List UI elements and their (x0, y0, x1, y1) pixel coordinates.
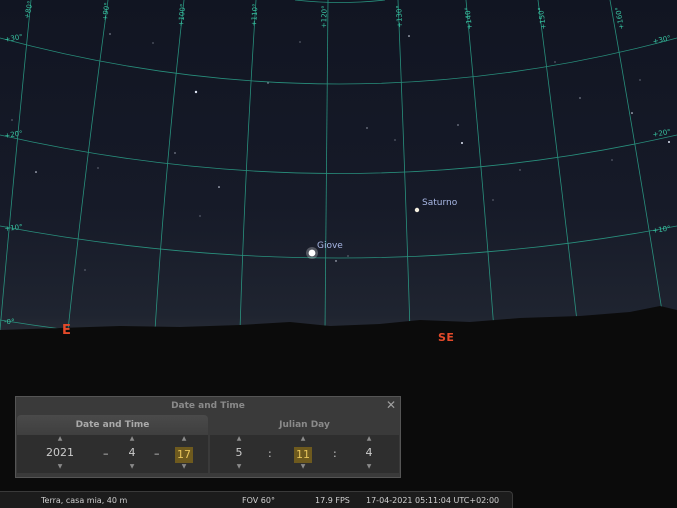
equatorial-grid (0, 0, 677, 348)
spin-down-icon[interactable]: ▼ (117, 463, 147, 471)
grid-label: +130° (395, 5, 404, 28)
second-spinbox[interactable]: ▲ 4 ▼ (354, 435, 384, 473)
location-text: Terra, casa mia, 40 m (41, 496, 128, 505)
spin-down-icon[interactable]: ▼ (288, 463, 318, 471)
tab-date-time[interactable]: Date and Time (17, 415, 208, 435)
stellarium-window: +30° +20° +10° -0° +90° +100° +110° +120… (0, 0, 677, 508)
cardinal-east: E (62, 323, 72, 338)
spin-up-icon[interactable]: ▲ (117, 435, 147, 443)
spin-down-icon[interactable]: ▼ (354, 463, 384, 471)
spin-up-icon[interactable]: ▲ (44, 435, 76, 443)
close-icon[interactable]: ✕ (385, 399, 397, 411)
time-separator: : (333, 447, 337, 460)
datetime-text: 17-04-2021 05:11:04 UTC+02:00 (366, 496, 500, 505)
date-separator: – (103, 447, 109, 460)
year-value[interactable]: 2021 (44, 443, 76, 463)
spin-up-icon[interactable]: ▲ (354, 435, 384, 443)
date-separator: – (154, 447, 160, 460)
spin-up-icon[interactable]: ▲ (288, 435, 318, 443)
saturn-label[interactable]: Saturno (422, 198, 457, 208)
minute-value[interactable]: 11 (294, 447, 312, 463)
fps-text: 17.9 FPS (315, 496, 350, 505)
spin-up-icon[interactable]: ▲ (224, 435, 254, 443)
year-spinbox[interactable]: ▲ 2021 ▼ (44, 435, 76, 473)
status-bar: Terra, casa mia, 40 m FOV 60° 17.9 FPS 1… (0, 491, 513, 508)
grid-label: -0° (4, 318, 15, 326)
tab-julian-day[interactable]: Julian Day (210, 415, 399, 435)
spin-down-icon[interactable]: ▼ (44, 463, 76, 471)
fov-text: FOV 60° (242, 496, 275, 505)
month-value[interactable]: 4 (117, 443, 147, 463)
spin-down-icon[interactable]: ▼ (224, 463, 254, 471)
spin-down-icon[interactable]: ▼ (169, 463, 199, 471)
day-value[interactable]: 17 (175, 447, 193, 463)
jupiter-label[interactable]: Giove (317, 241, 343, 251)
hour-value[interactable]: 5 (224, 443, 254, 463)
month-spinbox[interactable]: ▲ 4 ▼ (117, 435, 147, 473)
grid-label: +120° (320, 5, 329, 29)
saturn-dot[interactable] (414, 207, 420, 213)
grid-label: +110° (250, 3, 260, 27)
date-fields: ▲ 2021 ▼ – ▲ 4 ▼ – ▲ 17 ▼ (17, 435, 208, 473)
dialog-title[interactable]: Date and Time (16, 397, 400, 415)
time-fields: ▲ 5 ▼ : ▲ 11 ▼ : ▲ 4 ▼ (210, 435, 399, 473)
jupiter-dot[interactable] (308, 249, 316, 257)
minute-spinbox[interactable]: ▲ 11 ▼ (288, 435, 318, 473)
spin-up-icon[interactable]: ▲ (169, 435, 199, 443)
day-spinbox[interactable]: ▲ 17 ▼ (169, 435, 199, 473)
julian-day-panel: Julian Day ▲ 5 ▼ : ▲ 11 ▼ : ▲ 4 ▼ (210, 415, 399, 475)
second-value[interactable]: 4 (354, 443, 384, 463)
star-field (11, 33, 670, 271)
date-time-panel: Date and Time ▲ 2021 ▼ – ▲ 4 ▼ – ▲ 17 ▼ (17, 415, 208, 475)
date-time-dialog: Date and Time ✕ Date and Time ▲ 2021 ▼ –… (15, 396, 401, 478)
time-separator: : (268, 447, 272, 460)
cardinal-southeast: SE (438, 331, 455, 344)
hour-spinbox[interactable]: ▲ 5 ▼ (224, 435, 254, 473)
